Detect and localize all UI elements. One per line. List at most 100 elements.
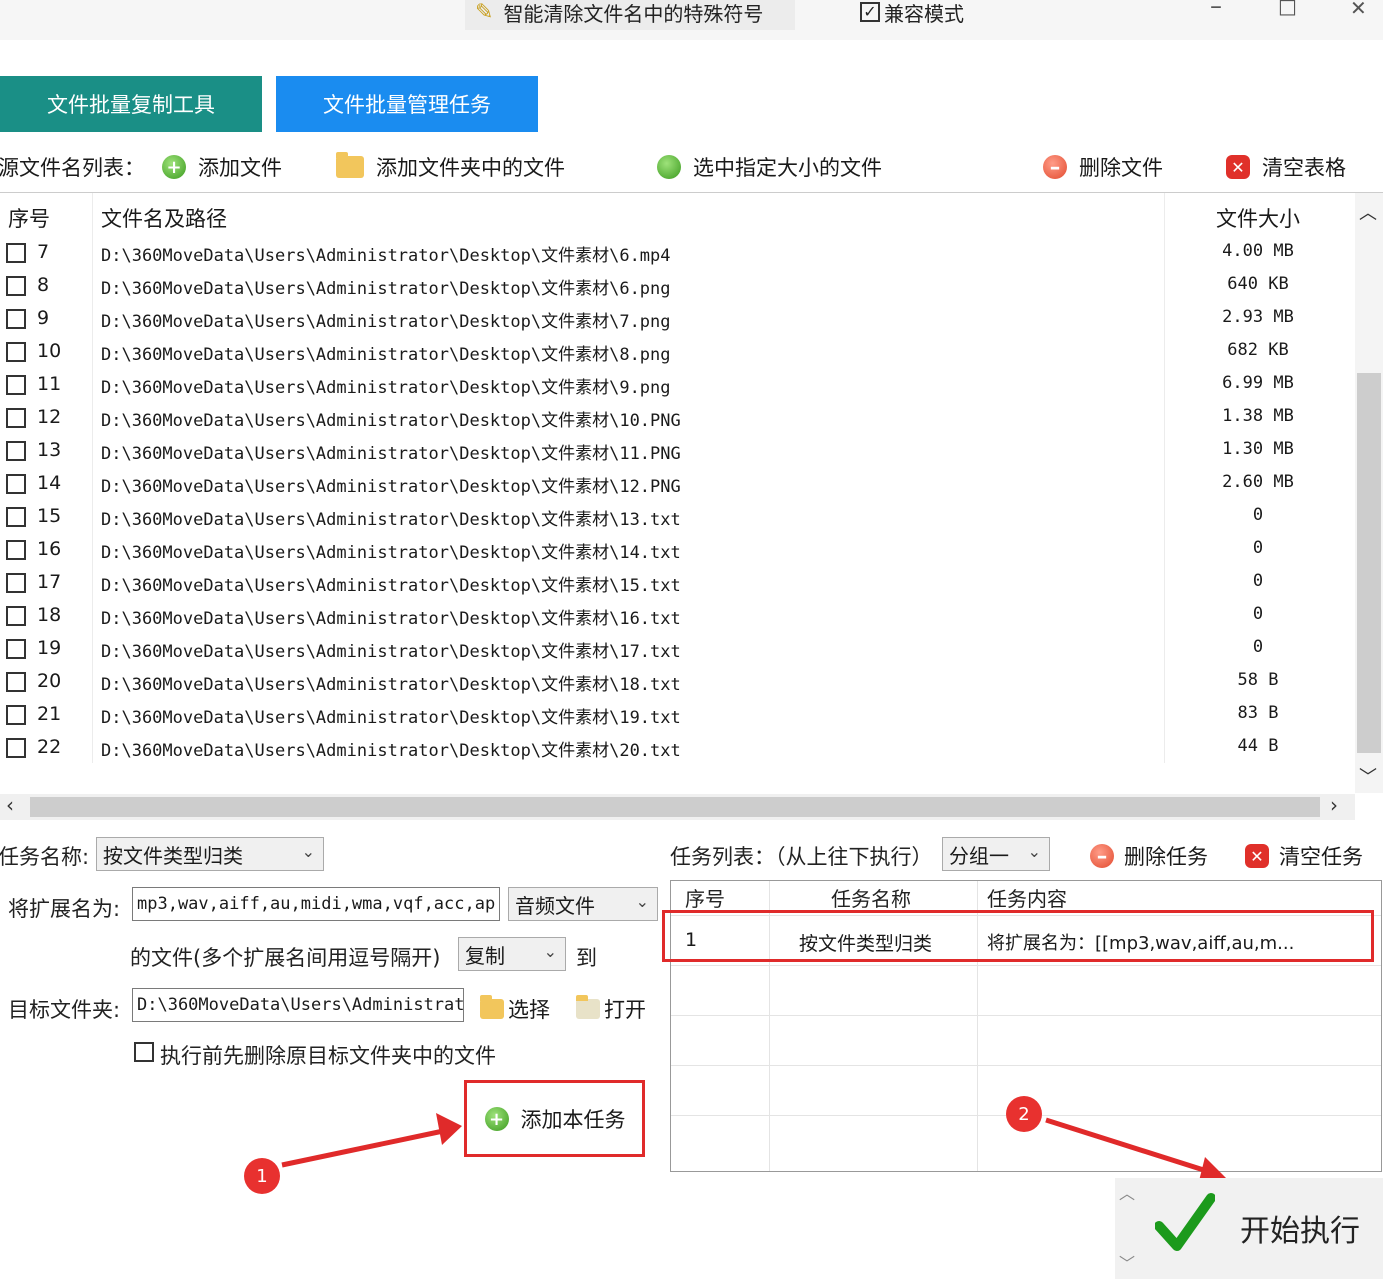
table-row[interactable]: 18 D:\360MoveData\Users\Administrator\Des… [0,600,1355,633]
delete-file-button[interactable]: – 删除文件 [1043,152,1163,182]
table-row[interactable]: 12 D:\360MoveData\Users\Administrator\Des… [0,402,1355,435]
row-size: 0 [1252,505,1264,525]
vertical-scrollbar[interactable]: ︿ ﹀ [1355,193,1383,793]
delete-file-label: 删除文件 [1079,156,1163,180]
table-row[interactable]: 13 D:\360MoveData\Users\Administrator\Des… [0,435,1355,468]
task-header-index[interactable]: 序号 [685,883,725,912]
row-index: 13 [37,439,62,461]
row-checkbox[interactable] [6,639,26,659]
add-task-button[interactable]: + 添加本任务 [467,1083,643,1155]
start-execute-label: 开始执行 [1240,1214,1360,1249]
predelete-checkbox[interactable] [134,1042,154,1062]
table-row[interactable]: 14 D:\360MoveData\Users\Administrator\Des… [0,468,1355,501]
clear-task-button[interactable]: ✕ 清空任务 [1245,841,1363,871]
table-row[interactable]: 20 D:\360MoveData\Users\Administrator\Des… [0,666,1355,699]
table-row[interactable]: 15 D:\360MoveData\Users\Administrator\Des… [0,501,1355,534]
open-folder-icon [576,995,600,1019]
add-task-label: 添加本任务 [520,1108,626,1132]
table-row[interactable]: 19 D:\360MoveData\Users\Administrator\Des… [0,633,1355,666]
row-path: D:\360MoveData\Users\Administrator\Deskt… [101,477,681,497]
extension-input[interactable]: mp3,wav,aiff,au,midi,wma,vqf,acc,ap [132,887,500,921]
table-row[interactable]: 16 D:\360MoveData\Users\Administrator\Des… [0,534,1355,567]
compat-mode-toggle[interactable]: ✓ 兼容模式 [860,0,964,30]
row-size: 0 [1252,571,1264,591]
action-select[interactable]: 复制 ⌄ [458,937,566,971]
group-select[interactable]: 分组一 ⌄ [942,837,1050,871]
row-checkbox[interactable] [6,243,26,263]
minimize-icon[interactable]: – [1210,0,1222,20]
header-index[interactable]: 序号 [8,203,50,233]
add-file-button[interactable]: + 添加文件 [162,152,282,182]
tab-file-manage-task[interactable]: 文件批量管理任务 [276,76,538,132]
target-folder-input[interactable]: D:\360MoveData\Users\Administrat [132,988,464,1022]
row-checkbox[interactable] [6,705,26,725]
action-value: 复制 [465,943,505,968]
table-row[interactable]: 10 D:\360MoveData\Users\Administrator\Des… [0,336,1355,369]
scroll-down-icon[interactable]: ﹀ [1119,1250,1135,1274]
add-folder-files-button[interactable]: 添加文件夹中的文件 [336,152,565,182]
scrollbar-thumb[interactable] [30,797,1320,817]
file-type-select[interactable]: 音频文件 ⌄ [508,887,658,921]
scroll-right-icon[interactable]: › [1330,793,1338,817]
maximize-icon[interactable]: □ [1278,0,1297,18]
horizontal-scrollbar[interactable]: ‹ › [0,793,1355,820]
task-name-select[interactable]: 按文件类型归类 ⌄ [96,837,324,871]
row-checkbox[interactable] [6,540,26,560]
row-size: 44 B [1237,736,1279,756]
row-size: 58 B [1237,670,1279,690]
close-icon[interactable]: ✕ [1350,0,1367,20]
row-checkbox[interactable] [6,408,26,428]
scroll-up-icon[interactable]: ︿ [1359,199,1377,225]
delete-task-label: 删除任务 [1124,845,1208,869]
ext-label: 将扩展名为: [8,897,121,921]
row-checkbox[interactable] [6,309,26,329]
row-checkbox[interactable] [6,573,26,593]
clear-table-button[interactable]: ✕ 清空表格 [1226,152,1346,182]
table-row[interactable]: 9 D:\360MoveData\Users\Administrator\Desk… [0,303,1355,336]
smart-clean-button[interactable]: ✎ 智能清除文件名中的特殊符号 [465,0,795,30]
file-toolbar: 源文件名列表： + 添加文件 添加文件夹中的文件 选中指定大小的文件 – 删除文… [0,142,1383,192]
row-checkbox[interactable] [6,474,26,494]
add-folder-files-label: 添加文件夹中的文件 [376,156,565,180]
row-checkbox[interactable] [6,672,26,692]
row-checkbox[interactable] [6,375,26,395]
task-header-name[interactable]: 任务名称 [831,883,911,912]
scroll-up-icon[interactable]: ︿ [1119,1180,1135,1204]
task-name-label: 任务名称: [0,845,90,869]
file-table: 序号 文件名及路径 文件大小 7 D:\360MoveData\Users\Adm… [0,192,1383,794]
group-value: 分组一 [949,843,1009,868]
scrollbar-thumb[interactable] [1357,373,1381,753]
row-index: 11 [37,373,62,395]
table-row[interactable]: 8 D:\360MoveData\Users\Administrator\Desk… [0,270,1355,303]
choose-folder-button[interactable]: 选择 [480,994,550,1024]
scroll-down-icon[interactable]: ﹀ [1359,763,1377,789]
start-execute-button[interactable]: ︿ ﹀ 开始执行 [1115,1178,1383,1279]
header-path[interactable]: 文件名及路径 [101,203,227,233]
header-size[interactable]: 文件大小 [1216,203,1300,233]
row-checkbox[interactable] [6,606,26,626]
row-checkbox[interactable] [6,342,26,362]
row-size: 682 KB [1227,340,1289,360]
table-row[interactable]: 21 D:\360MoveData\Users\Administrator\Des… [0,699,1355,732]
task-header-content[interactable]: 任务内容 [987,883,1067,912]
tab-file-copy-tool[interactable]: 文件批量复制工具 [0,76,262,132]
row-checkbox[interactable] [6,441,26,461]
row-path: D:\360MoveData\Users\Administrator\Deskt… [101,609,681,629]
file-table-header: 序号 文件名及路径 文件大小 [0,193,1355,239]
row-checkbox[interactable] [6,507,26,527]
table-row[interactable]: 11 D:\360MoveData\Users\Administrator\Des… [0,369,1355,402]
clear-x-icon: ✕ [1226,155,1250,179]
scroll-left-icon[interactable]: ‹ [6,793,14,817]
predelete-label: 执行前先删除原目标文件夹中的文件 [160,1044,496,1068]
delete-task-button[interactable]: – 删除任务 [1090,841,1208,871]
row-checkbox[interactable] [6,276,26,296]
table-row[interactable]: 22 D:\360MoveData\Users\Administrator\Des… [0,732,1355,765]
row-index: 16 [37,538,62,560]
row-index: 22 [37,736,62,758]
open-folder-button[interactable]: 打开 [576,994,646,1024]
table-row[interactable]: 7 D:\360MoveData\Users\Administrator\Desk… [0,237,1355,270]
row-index: 17 [37,571,62,593]
select-by-size-button[interactable]: 选中指定大小的文件 [657,152,882,182]
table-row[interactable]: 17 D:\360MoveData\Users\Administrator\Des… [0,567,1355,600]
row-checkbox[interactable] [6,738,26,758]
